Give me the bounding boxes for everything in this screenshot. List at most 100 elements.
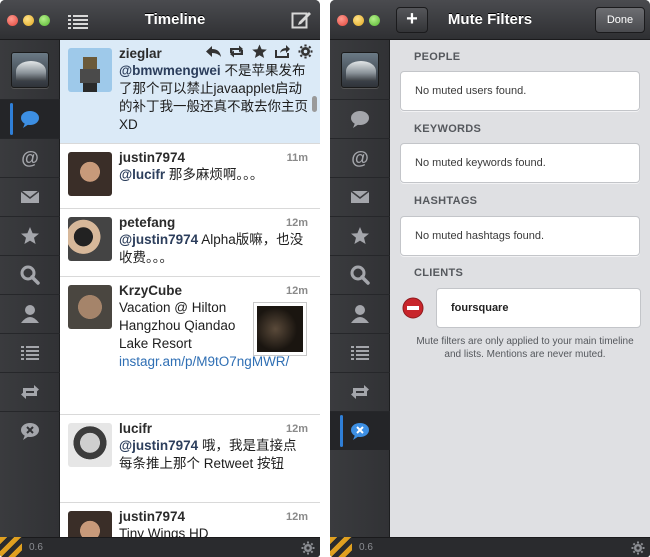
people-filter-field[interactable]: No muted users found.	[400, 71, 640, 111]
account-avatar[interactable]	[11, 52, 49, 88]
profile-person-icon	[21, 305, 39, 323]
sidebar-item-search[interactable]	[330, 255, 390, 294]
tweet-row[interactable]: lucifr 12m @justin7974 哦，我是直接点每条推上那个 Ret…	[60, 415, 320, 503]
bottom-bar: 0.6	[0, 537, 320, 557]
sidebar-item-timeline[interactable]	[0, 99, 60, 138]
window-controls	[337, 15, 380, 26]
mute-bubble-icon	[21, 423, 39, 440]
tweet-mention[interactable]: @bmwmengwei	[119, 63, 221, 78]
tweet-row[interactable]: petefang 12m @justin7974 Alpha版嘛，也没收费。。。	[60, 209, 320, 277]
tweet-time: 12m	[285, 511, 308, 523]
mute-filters-panel: PEOPLE No muted users found. KEYWORDS No…	[390, 40, 650, 537]
mentions-at-icon: @	[21, 148, 39, 168]
messages-envelope-icon	[350, 190, 370, 203]
timeline-window: Timeline @ zieglar @bmwmengwei 不是苹果发布了那个…	[0, 0, 320, 557]
search-icon	[20, 265, 40, 285]
window-title: Mute Filters	[447, 11, 533, 28]
share-icon[interactable]	[274, 44, 291, 59]
zoom-button[interactable]	[369, 15, 380, 26]
retweets-icon	[351, 385, 369, 399]
done-button[interactable]: Done	[595, 7, 645, 33]
sidebar-item-mute[interactable]	[330, 411, 390, 450]
compose-icon[interactable]	[291, 10, 311, 30]
tweet-avatar[interactable]	[68, 217, 112, 261]
sidebar-item-search[interactable]	[0, 255, 60, 294]
tweet-avatar[interactable]	[68, 48, 112, 92]
mute-filters-note: Mute filters are only applied to your ma…	[416, 336, 634, 360]
minimize-button[interactable]	[353, 15, 364, 26]
sidebar-item-messages[interactable]	[0, 177, 60, 216]
minimize-button[interactable]	[23, 15, 34, 26]
bottom-bar: 0.6	[330, 537, 650, 557]
tweet-link[interactable]: instagr.am/p/M9tO7ngMWR/	[119, 354, 289, 369]
sidebar-item-favorites[interactable]	[330, 216, 390, 255]
tweet-photo-thumbnail[interactable]	[254, 303, 306, 355]
keywords-filter-field[interactable]: No muted keywords found.	[400, 143, 640, 183]
sidebar-item-mute[interactable]	[0, 411, 60, 450]
sidebar-item-favorites[interactable]	[0, 216, 60, 255]
tweet-username[interactable]: lucifr	[119, 421, 152, 436]
tweet-text: @bmwmengwei 不是苹果发布了那个可以禁止javaapplet启动的补丁…	[119, 63, 308, 132]
retweets-icon	[21, 385, 39, 399]
section-label-keywords: KEYWORDS	[414, 123, 482, 135]
tweet-time: 11m	[286, 152, 308, 164]
sidebar-item-mentions[interactable]: @	[0, 138, 60, 177]
sidebar-item-retweets[interactable]	[330, 372, 390, 411]
remove-minus-icon[interactable]	[402, 297, 424, 319]
sidebar: @	[330, 40, 390, 537]
mentions-at-icon: @	[351, 148, 369, 168]
close-button[interactable]	[337, 15, 348, 26]
tweet-mention[interactable]: @justin7974	[119, 232, 198, 247]
tweet-username[interactable]: KrzyCube	[119, 283, 182, 298]
tweet-username[interactable]: justin7974	[119, 150, 185, 165]
tweet-actions	[205, 44, 314, 59]
section-label-people: PEOPLE	[414, 51, 461, 63]
mute-filters-window: + Mute Filters Done @ PEOPLE No muted us…	[330, 0, 650, 557]
tweet-username[interactable]: petefang	[119, 215, 175, 230]
sidebar-item-timeline[interactable]	[330, 99, 390, 138]
sidebar-item-profile[interactable]	[330, 294, 390, 333]
tweet-row[interactable]: KrzyCube 12m Vacation @ Hilton Hangzhou …	[60, 277, 320, 415]
version-label: 0.6	[359, 542, 373, 553]
window-controls	[7, 15, 50, 26]
tweet-mention[interactable]: @lucifr	[119, 167, 165, 182]
timeline-list[interactable]: zieglar @bmwmengwei 不是苹果发布了那个可以禁止javaapp…	[60, 40, 320, 537]
account-avatar[interactable]	[341, 52, 379, 88]
tweet-row[interactable]: justin7974 11m @lucifr 那多麻烦啊。。。	[60, 144, 320, 209]
tweet-username[interactable]: zieglar	[119, 46, 162, 61]
tweet-avatar[interactable]	[68, 285, 112, 329]
section-label-hashtags: HASHTAGS	[414, 195, 478, 207]
svg-text:@: @	[21, 148, 39, 168]
tweet-avatar[interactable]	[68, 423, 112, 467]
tweet-avatar[interactable]	[68, 511, 112, 537]
mute-bubble-icon	[351, 423, 369, 440]
tweet-avatar[interactable]	[68, 152, 112, 196]
settings-gear-icon[interactable]	[631, 541, 645, 555]
gear-icon[interactable]	[297, 44, 314, 59]
sidebar-item-lists[interactable]	[330, 333, 390, 372]
close-button[interactable]	[7, 15, 18, 26]
hashtags-filter-field[interactable]: No muted hashtags found.	[400, 216, 640, 256]
sidebar-item-mentions[interactable]: @	[330, 138, 390, 177]
tweet-text: Tiny Wings HD	[119, 526, 209, 537]
tweet-username[interactable]: justin7974	[119, 509, 185, 524]
version-label: 0.6	[29, 542, 43, 553]
tweet-row[interactable]: zieglar @bmwmengwei 不是苹果发布了那个可以禁止javaapp…	[60, 40, 320, 144]
zoom-button[interactable]	[39, 15, 50, 26]
tweet-mention[interactable]: @justin7974	[119, 438, 198, 453]
sidebar-item-profile[interactable]	[0, 294, 60, 333]
tweet-row[interactable]: justin7974 12m Tiny Wings HD	[60, 503, 320, 537]
settings-gear-icon[interactable]	[301, 541, 315, 555]
scrollbar-thumb[interactable]	[312, 96, 317, 112]
section-label-clients: CLIENTS	[414, 267, 464, 279]
sidebar-item-retweets[interactable]	[0, 372, 60, 411]
reply-icon[interactable]	[205, 44, 222, 59]
window-title: Timeline	[144, 11, 206, 28]
tweet-text: @justin7974 Alpha版嘛，也没收费。。。	[119, 232, 304, 265]
sidebar-item-messages[interactable]	[330, 177, 390, 216]
favorite-star-icon[interactable]	[251, 44, 268, 59]
sidebar-item-lists[interactable]	[0, 333, 60, 372]
retweet-icon[interactable]	[228, 44, 245, 59]
profile-person-icon	[351, 305, 369, 323]
client-filter-field[interactable]: foursquare	[436, 288, 641, 328]
